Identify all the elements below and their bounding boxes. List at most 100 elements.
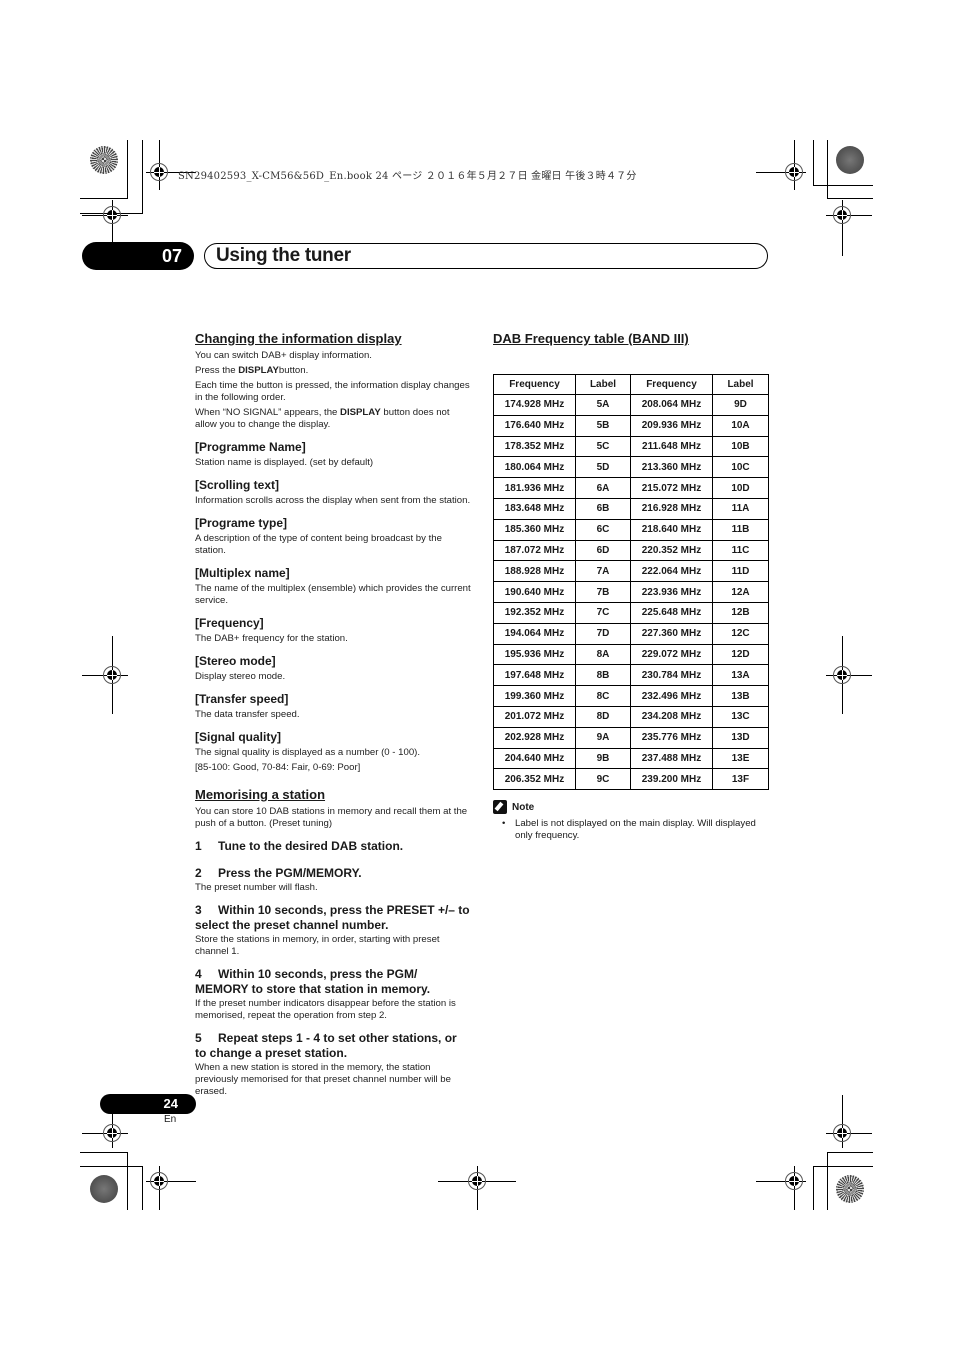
column-header: Frequency xyxy=(493,374,576,395)
column-header: Label xyxy=(712,374,769,395)
label-cell: 13F xyxy=(712,768,769,791)
label-cell: 9A xyxy=(575,726,631,749)
memorising-intro: You can store 10 DAB stations in memory … xyxy=(195,806,468,829)
label-cell: 13D xyxy=(712,726,769,749)
step-text: Tune to the desired DAB station. xyxy=(218,839,404,853)
frequency-cell: 216.928 MHz xyxy=(630,497,713,520)
crop-line xyxy=(127,1152,128,1210)
crop-line xyxy=(127,140,128,198)
label-cell: 8B xyxy=(575,664,631,687)
label-cell: 11D xyxy=(712,560,769,583)
frequency-cell: 178.352 MHz xyxy=(493,435,576,458)
label-cell: 11A xyxy=(712,497,769,520)
step-desc: The preset number will flash. xyxy=(195,882,318,893)
frequency-cell: 190.640 MHz xyxy=(493,581,576,603)
frequency-cell: 222.064 MHz xyxy=(630,560,713,583)
label-cell: 10A xyxy=(712,414,769,437)
display-item-title: [Transfer speed] xyxy=(195,692,289,706)
note-box: Note • Label is not displayed on the mai… xyxy=(493,800,769,842)
display-item-desc: Station name is displayed. (set by defau… xyxy=(195,457,374,468)
registration-mark-icon xyxy=(103,206,121,224)
frequency-cell: 239.200 MHz xyxy=(630,768,713,791)
page-number-badge: 24 xyxy=(100,1094,196,1114)
note-text: Label is not displayed on the main displ… xyxy=(515,818,756,842)
frequency-cell: 237.488 MHz xyxy=(630,747,713,770)
registration-mark-icon xyxy=(785,163,803,181)
step: 2 Press the PGM/MEMORY. The preset number… xyxy=(195,866,471,894)
step-heading: 4 Within 10 seconds, press the PGM/ MEMOR… xyxy=(195,967,471,997)
frequency-cell: 208.064 MHz xyxy=(630,394,713,416)
label-cell: 8A xyxy=(575,643,631,666)
right-column: DAB Frequency table (BAND III) Frequency… xyxy=(493,330,769,842)
column-header: Frequency xyxy=(630,374,713,395)
note-item: • Label is not displayed on the main dis… xyxy=(502,818,769,842)
table-row: 187.072 MHz 6D 220.352 MHz 11C xyxy=(493,539,769,562)
frequency-cell: 183.648 MHz xyxy=(493,497,576,520)
frequency-cell: 192.352 MHz xyxy=(493,601,576,624)
dab-frequency-table: Frequency Label Frequency Label 174.928 … xyxy=(493,374,769,791)
display-item-desc: A description of the type of content bei… xyxy=(195,533,442,556)
table-header-row: Frequency Label Frequency Label xyxy=(493,374,769,395)
print-header-slug: SN29402593_X-CM56&56D_En.book 24 ページ ２０１… xyxy=(178,171,637,182)
crop-line xyxy=(813,185,873,186)
step-heading: 5 Repeat steps 1 - 4 to set other station… xyxy=(195,1031,471,1061)
table-row: 206.352 MHz 9C 239.200 MHz 13F xyxy=(493,768,769,791)
note-title: Note xyxy=(512,801,535,813)
frequency-cell: 234.208 MHz xyxy=(630,705,713,728)
label-cell: 13B xyxy=(712,685,769,707)
table-row: 197.648 MHz 8B 230.784 MHz 13A xyxy=(493,664,769,687)
step-heading: 3 Within 10 seconds, press the PRESET +/–… xyxy=(195,903,471,933)
frequency-cell: 176.640 MHz xyxy=(493,414,576,437)
display-item: [Signal quality] The signal quality is d… xyxy=(195,730,471,774)
no-signal-text: When “NO SIGNAL” appears, the DISPLAY bu… xyxy=(195,407,471,431)
table-row: 174.928 MHz 5A 208.064 MHz 9D xyxy=(493,394,769,416)
label-cell: 9B xyxy=(575,747,631,770)
frequency-cell: 215.072 MHz xyxy=(630,477,713,499)
frequency-cell: 204.640 MHz xyxy=(493,747,576,770)
crop-line xyxy=(827,140,828,198)
label-cell: 7D xyxy=(575,622,631,645)
display-item-desc: The signal quality is displayed as a num… xyxy=(195,747,421,758)
table-row: 195.936 MHz 8A 229.072 MHz 12D xyxy=(493,643,769,666)
table-row: 180.064 MHz 5D 213.360 MHz 10C xyxy=(493,456,769,479)
display-item: [Programme Name] Station name is display… xyxy=(195,440,471,469)
intro-text: You can switch DAB+ display information. xyxy=(195,350,372,361)
crop-line xyxy=(142,140,143,213)
section-title-memorising: Memorising a station xyxy=(195,787,326,802)
label-cell: 6D xyxy=(575,539,631,562)
label-cell: 5A xyxy=(575,394,631,416)
label-cell: 7B xyxy=(575,581,631,603)
step-heading: 2 Press the PGM/MEMORY. xyxy=(195,866,471,881)
step-desc: If the preset number indicators disappea… xyxy=(195,998,456,1021)
label-cell: 12A xyxy=(712,581,769,603)
column-header: Label xyxy=(575,374,631,395)
table-row: 192.352 MHz 7C 225.648 MHz 12B xyxy=(493,601,769,624)
order-text: Each time the button is pressed, the inf… xyxy=(195,380,470,403)
page-language: En xyxy=(164,1114,177,1125)
display-item: [Programe type] A description of the typ… xyxy=(195,516,471,557)
color-target-icon xyxy=(836,146,864,174)
step: 3 Within 10 seconds, press the PRESET +/–… xyxy=(195,903,471,958)
crop-line xyxy=(813,1166,873,1167)
registration-mark-icon xyxy=(150,163,168,181)
label-cell: 10B xyxy=(712,435,769,458)
note-header: Note xyxy=(493,800,769,815)
crop-line xyxy=(80,1166,143,1167)
display-button-ref: DISPLAY xyxy=(340,407,381,418)
table-row: 181.936 MHz 6A 215.072 MHz 10D xyxy=(493,477,769,499)
step-number: 3 xyxy=(195,903,202,917)
label-cell: 9D xyxy=(712,394,769,416)
label-cell: 13A xyxy=(712,664,769,687)
display-item-title: [Programme Name] xyxy=(195,440,306,454)
step-number: 4 xyxy=(195,967,202,981)
frequency-cell: 194.064 MHz xyxy=(493,622,576,645)
step-desc: When a new station is stored in the memo… xyxy=(195,1062,451,1097)
display-item-title: [Signal quality] xyxy=(195,730,282,744)
label-cell: 12D xyxy=(712,643,769,666)
registration-mark-icon xyxy=(833,206,851,224)
color-target-icon xyxy=(90,1175,118,1203)
step-text: Within 10 seconds, press the PGM/ MEMORY… xyxy=(195,967,431,996)
label-cell: 5C xyxy=(575,435,631,458)
registration-mark-icon xyxy=(833,666,851,684)
frequency-cell: 218.640 MHz xyxy=(630,518,713,541)
